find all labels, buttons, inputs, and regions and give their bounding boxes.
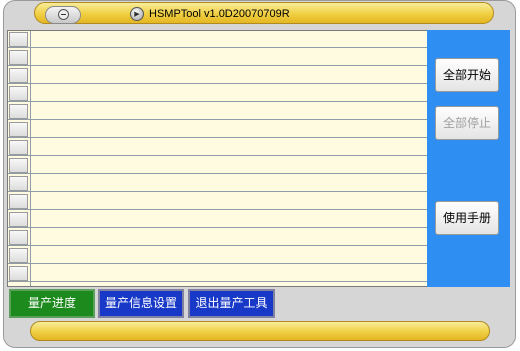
title-bar[interactable]: ▶ HSMPTool v1.0D20070709R <box>34 2 494 24</box>
row-header-cell[interactable] <box>9 122 28 137</box>
grid-row[interactable] <box>8 157 427 174</box>
row-header-cell[interactable] <box>9 194 28 209</box>
tab-production-progress[interactable]: 量产进度 <box>9 289 95 318</box>
tab-bar: 量产进度 量产信息设置 退出量产工具 <box>7 287 510 319</box>
grid-row[interactable] <box>8 175 427 192</box>
app-icon: ▶ <box>130 7 144 21</box>
minimize-icon <box>58 9 69 20</box>
grid-row[interactable] <box>8 103 427 120</box>
tab-production-settings[interactable]: 量产信息设置 <box>98 289 184 318</box>
minimize-button[interactable] <box>45 6 81 24</box>
grid-row[interactable] <box>8 67 427 84</box>
side-panel: 全部开始 全部停止 使用手册 <box>427 30 510 287</box>
start-all-button[interactable]: 全部开始 <box>435 58 499 92</box>
stop-all-button[interactable]: 全部停止 <box>435 106 499 140</box>
row-header-cell[interactable] <box>9 158 28 173</box>
window-title: HSMPTool v1.0D20070709R <box>149 8 290 20</box>
row-header-cell[interactable] <box>9 230 28 245</box>
row-header-cell[interactable] <box>9 266 28 281</box>
grid-row[interactable] <box>8 193 427 210</box>
row-header-cell[interactable] <box>9 68 28 83</box>
row-header-cell[interactable] <box>9 248 28 263</box>
grid-row[interactable] <box>8 211 427 228</box>
row-header-cell[interactable] <box>9 32 28 47</box>
row-header-cell[interactable] <box>9 212 28 227</box>
grid-row[interactable] <box>8 229 427 246</box>
grid-row[interactable] <box>8 85 427 102</box>
tab-exit-tool[interactable]: 退出量产工具 <box>188 289 275 318</box>
status-bar <box>30 321 490 341</box>
row-header-cell[interactable] <box>9 140 28 155</box>
row-header-cell[interactable] <box>9 50 28 65</box>
grid-row[interactable] <box>8 121 427 138</box>
manual-button[interactable]: 使用手册 <box>435 201 499 235</box>
grid-row[interactable] <box>8 31 427 48</box>
row-header-cell[interactable] <box>9 176 28 191</box>
row-header-cell[interactable] <box>9 104 28 119</box>
row-header-cell[interactable] <box>9 86 28 101</box>
grid-row[interactable] <box>8 247 427 264</box>
grid-row[interactable] <box>8 139 427 156</box>
device-grid <box>7 30 428 287</box>
grid-row[interactable] <box>8 49 427 66</box>
grid-row[interactable] <box>8 265 427 282</box>
